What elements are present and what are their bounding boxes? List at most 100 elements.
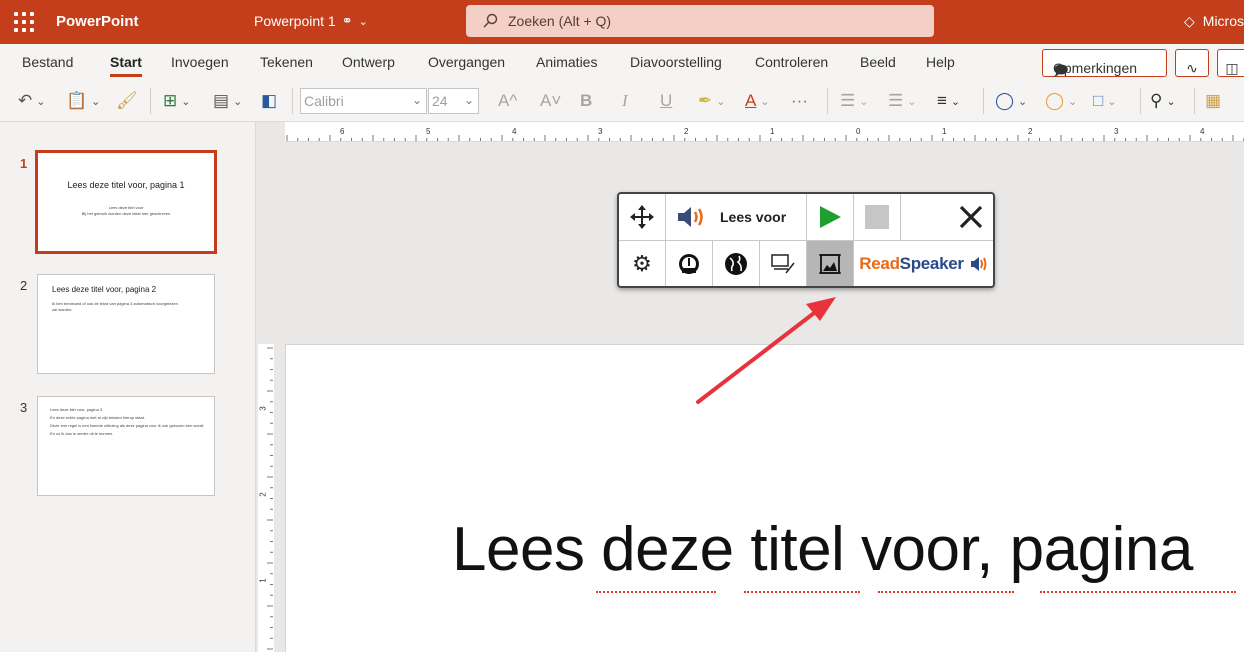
underline-button[interactable]: U xyxy=(660,88,672,114)
move-button[interactable] xyxy=(619,194,666,241)
thumbnail-text: En zo ik dus is verder uit te kunnen. xyxy=(50,431,114,436)
play-button[interactable] xyxy=(807,194,854,241)
tab-bestand[interactable]: Bestand xyxy=(22,54,73,70)
tab-help[interactable]: Help xyxy=(926,54,955,70)
ruler-label: 2 xyxy=(684,127,689,136)
thumbnail-title: Lees deze titel voor, pagina 1 xyxy=(67,180,185,190)
comments-button[interactable]: 🗩 Opmerkingen xyxy=(1042,49,1167,78)
background-icon: ◧ xyxy=(261,91,278,110)
shape-fill-button[interactable]: ◯ ⌄ xyxy=(1045,88,1077,114)
search-icon: ⚲ xyxy=(1150,91,1163,110)
account-label: Microsoft 365 xyxy=(1202,13,1244,29)
ruler-label: 1 xyxy=(770,127,775,136)
tab-overgangen[interactable]: Overgangen xyxy=(428,54,505,70)
stop-button[interactable] xyxy=(854,194,901,241)
tab-controleren[interactable]: Controleren xyxy=(755,54,828,70)
ruler-label: 1 xyxy=(258,578,268,583)
chevron-down-icon: ⌄ xyxy=(411,93,422,107)
background-button[interactable]: ◧ xyxy=(261,88,277,114)
font-name-select[interactable]: Calibri ⌄ xyxy=(300,88,427,114)
brand-speaker: Speaker xyxy=(899,253,964,273)
more-font-options-button[interactable]: ··· xyxy=(791,88,808,114)
layout-button[interactable]: ▤ ⌄ xyxy=(213,88,242,114)
italic-button[interactable]: I xyxy=(622,88,628,114)
designer-icon: ▦ xyxy=(1205,91,1222,110)
slide-canvas[interactable] xyxy=(285,344,1244,652)
shrink-font-button[interactable]: A˅ xyxy=(540,88,561,114)
present-icon: ◫ xyxy=(1225,60,1239,76)
font-size-value: 24 xyxy=(432,93,448,109)
diamond-icon: ◇ xyxy=(1184,13,1195,29)
underline-icon: U xyxy=(660,91,673,110)
chevron-down-icon: ⌄ xyxy=(1068,95,1078,108)
shapes-icon: ◯ xyxy=(995,91,1015,110)
slide-thumbnail-3[interactable]: Lees deze titel voor, pagina 3 En deze e… xyxy=(37,396,215,496)
ruler-label: 5 xyxy=(426,127,431,136)
font-size-select[interactable]: 24 ⌄ xyxy=(428,88,479,114)
document-title[interactable]: Powerpoint 1 ⚭ ⌄ xyxy=(254,13,368,29)
highlight-button[interactable]: ✒ ⌄ xyxy=(698,88,725,114)
chevron-down-icon: ⌄ xyxy=(358,15,368,28)
divider xyxy=(827,88,828,114)
app-launcher-icon[interactable] xyxy=(14,12,34,32)
bold-button[interactable]: B xyxy=(580,88,592,114)
grow-font-button[interactable]: A^ xyxy=(498,88,517,114)
chevron-down-icon: ⌄ xyxy=(1107,95,1117,108)
text-mode-button[interactable] xyxy=(760,241,807,286)
activity-button[interactable]: ∿ xyxy=(1175,49,1209,77)
tab-tekenen[interactable]: Tekenen xyxy=(260,54,313,70)
search-icon xyxy=(483,13,498,28)
format-painter-button[interactable]: 🖌 xyxy=(116,88,138,114)
font-color-button[interactable]: A ⌄ xyxy=(745,88,770,114)
find-button[interactable]: ⚲ ⌄ xyxy=(1150,88,1176,114)
read-aloud-button[interactable]: Lees voor xyxy=(666,194,807,241)
shapes-button[interactable]: ◯ ⌄ xyxy=(995,88,1027,114)
account-area[interactable]: ◇ Microsoft 365 xyxy=(1184,13,1244,30)
vertical-ruler: 3 2 1 xyxy=(258,344,274,652)
speed-button[interactable] xyxy=(666,241,713,286)
new-slide-button[interactable]: ⊞ ⌄ xyxy=(163,88,190,114)
shape-outline-button[interactable]: □ ⌄ xyxy=(1093,88,1117,114)
tab-animaties[interactable]: Animaties xyxy=(536,54,597,70)
ruler-label: 1 xyxy=(942,127,947,136)
search-box[interactable]: Zoeken (Alt + Q) xyxy=(466,5,934,37)
slide-thumbnail-2[interactable]: Lees deze titel voor, pagina 2 Ik ben be… xyxy=(37,274,215,374)
tab-diavoorstelling[interactable]: Diavoorstelling xyxy=(630,54,722,70)
translate-button[interactable] xyxy=(713,241,760,286)
paste-button[interactable]: 📋 ⌄ xyxy=(66,88,100,114)
slide-thumbnail-pane: 1 Lees deze titel voor, pagina 1 Lees de… xyxy=(0,122,256,652)
numbering-button[interactable]: ☰ ⌄ xyxy=(888,88,916,114)
designer-button[interactable]: ▦ xyxy=(1205,88,1221,114)
settings-button[interactable]: ⚙ xyxy=(619,241,666,286)
page-mask-button[interactable] xyxy=(807,241,854,286)
slide-thumbnail-1[interactable]: Lees deze titel voor, pagina 1 Lees deze… xyxy=(35,150,217,254)
spellcheck-underline xyxy=(596,590,716,593)
brand-read: Read xyxy=(859,253,900,273)
undo-button[interactable]: ↶ ⌄ xyxy=(18,88,45,114)
tab-start[interactable]: Start xyxy=(110,54,142,77)
italic-icon: I xyxy=(622,91,628,110)
ruler-label: 4 xyxy=(1200,127,1205,136)
ruler-label: 0 xyxy=(856,127,861,136)
present-button[interactable]: ◫ xyxy=(1217,49,1244,77)
ruler-label: 2 xyxy=(258,492,268,497)
play-icon xyxy=(820,206,841,228)
readspeaker-logo[interactable]: Read Speaker xyxy=(854,241,993,286)
chevron-down-icon: ⌄ xyxy=(181,95,191,108)
app-name[interactable]: PowerPoint xyxy=(56,13,139,30)
undo-icon: ↶ xyxy=(18,91,33,110)
tab-beeld[interactable]: Beeld xyxy=(860,54,896,70)
align-button[interactable]: ≡ ⌄ xyxy=(937,88,960,114)
thumbnail-text: Ik ben benieuwd of ook de tekst van pagi… xyxy=(52,301,178,306)
thumbnail-text: zal worden. xyxy=(52,307,73,312)
slide-title[interactable]: Lees deze titel voor, pagina xyxy=(452,514,1193,585)
close-button[interactable] xyxy=(901,194,993,241)
chevron-down-icon: ⌄ xyxy=(36,95,46,108)
thumbnail-number: 1 xyxy=(20,156,28,171)
bullets-button[interactable]: ☰ ⌄ xyxy=(840,88,868,114)
tab-invoegen[interactable]: Invoegen xyxy=(171,54,229,70)
more-icon: ··· xyxy=(791,91,808,110)
ribbon-toolbar: ↶ ⌄ 📋 ⌄ 🖌 ⊞ ⌄ ▤ ⌄ ◧ Calibri ⌄ 24 ⌄ A^ A˅ B I… xyxy=(0,84,1244,118)
tab-ontwerp[interactable]: Ontwerp xyxy=(342,54,395,70)
ruler-label: 4 xyxy=(512,127,517,136)
